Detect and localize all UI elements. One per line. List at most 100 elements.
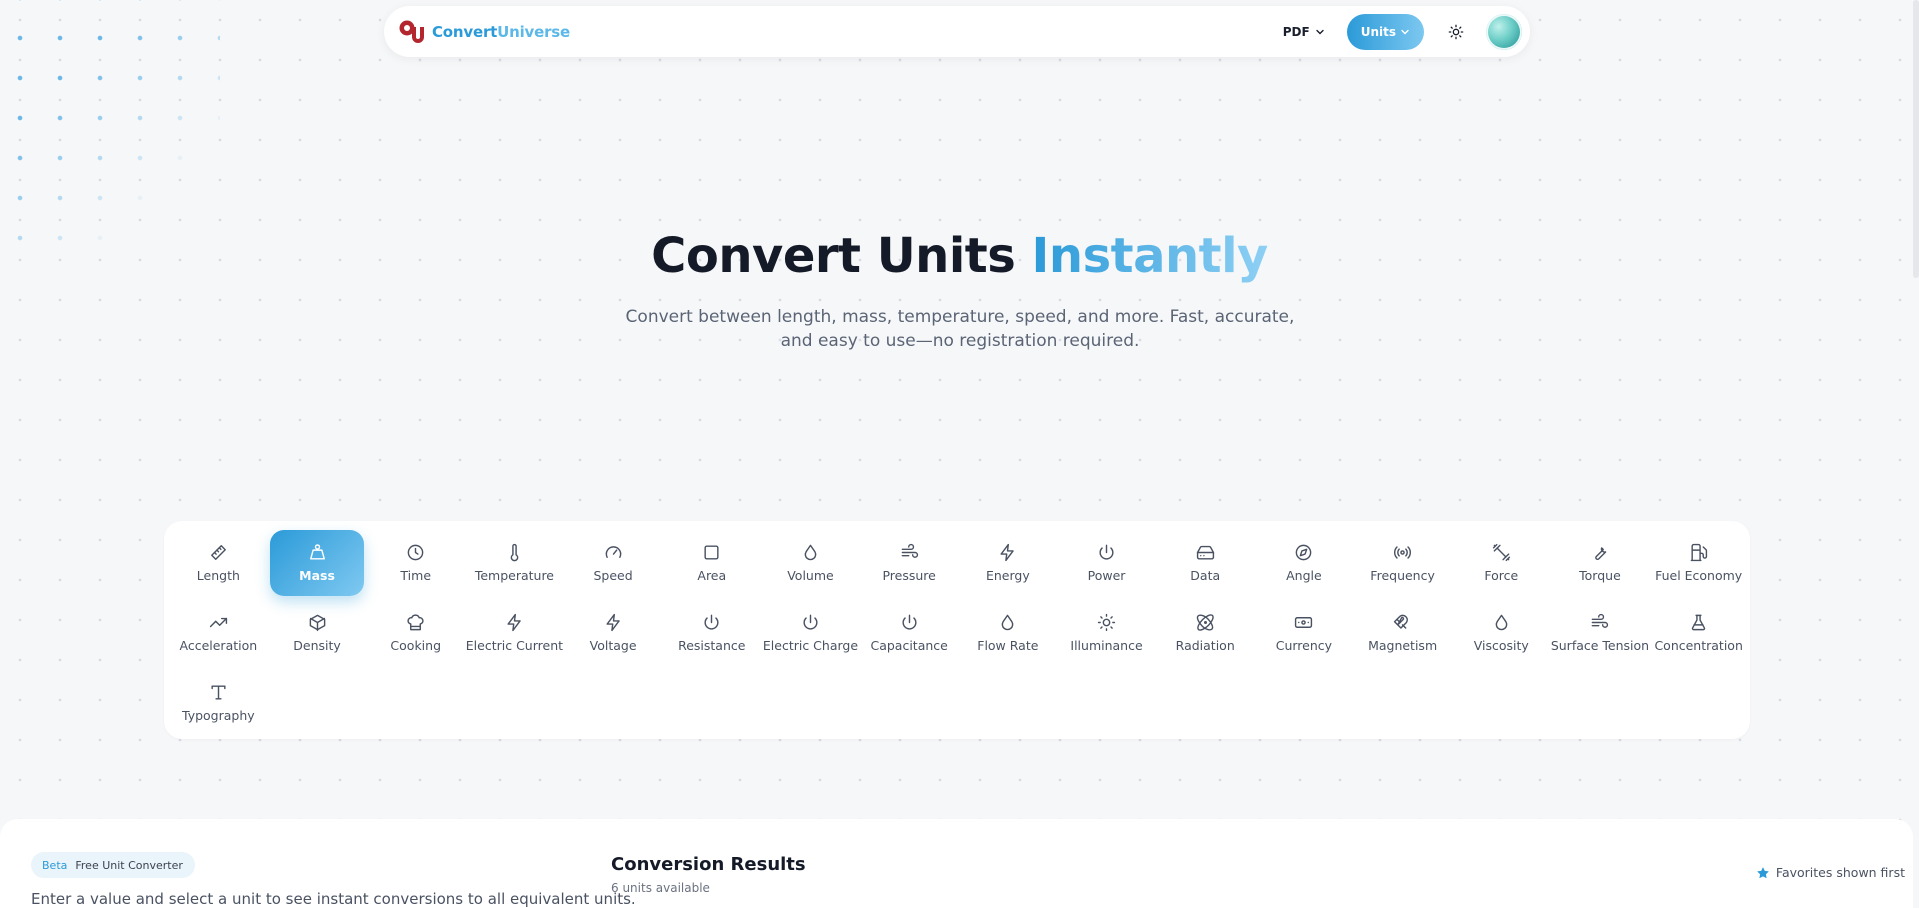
category-length[interactable]: Length bbox=[171, 530, 265, 596]
units-menu-button[interactable]: Units bbox=[1346, 13, 1424, 50]
category-density[interactable]: Density bbox=[270, 600, 364, 666]
logo-mark-icon bbox=[399, 20, 424, 43]
category-electric-charge[interactable]: Electric Charge bbox=[763, 600, 858, 666]
category-radiation[interactable]: Radiation bbox=[1158, 600, 1252, 666]
category-label: Volume bbox=[787, 568, 834, 583]
accent-dot-pattern bbox=[0, 0, 220, 260]
category-panel: Length Mass Time Temperature Speed Area Volume… bbox=[164, 521, 1750, 739]
favorites-note-text: Favorites shown first bbox=[1775, 865, 1905, 880]
page-scrollbar[interactable] bbox=[1913, 0, 1919, 278]
category-resistance[interactable]: Resistance bbox=[665, 600, 759, 666]
nav-actions: PDF Units bbox=[1273, 13, 1522, 50]
category-volume[interactable]: Volume bbox=[763, 530, 857, 596]
badge-label: Free Unit Converter bbox=[75, 858, 183, 872]
category-label: Flow Rate bbox=[977, 638, 1039, 653]
chevron-down-icon bbox=[1316, 29, 1324, 34]
category-magnetism[interactable]: Magnetism bbox=[1356, 600, 1450, 666]
category-label: Pressure bbox=[882, 568, 936, 583]
category-label: Area bbox=[697, 568, 727, 583]
category-label: Angle bbox=[1286, 568, 1322, 583]
category-label: Magnetism bbox=[1368, 638, 1438, 653]
radio-icon bbox=[1394, 546, 1412, 559]
droplet-icon bbox=[1002, 614, 1014, 631]
power-icon bbox=[1099, 544, 1114, 560]
category-label: Frequency bbox=[1370, 568, 1435, 583]
beta-tag: Beta bbox=[42, 858, 68, 872]
category-angle[interactable]: Angle bbox=[1257, 530, 1351, 596]
page-subtitle: Convert between length, mass, temperatur… bbox=[625, 307, 1295, 351]
category-force[interactable]: Force bbox=[1454, 530, 1548, 596]
wind-icon bbox=[901, 543, 918, 558]
category-surface-tension[interactable]: Surface Tension bbox=[1550, 600, 1650, 666]
category-concentration[interactable]: Concentration bbox=[1652, 600, 1746, 666]
pdf-menu-button[interactable]: PDF bbox=[1273, 17, 1335, 47]
category-label: Typography bbox=[182, 708, 255, 723]
brand-logo[interactable]: ConvertUniverse bbox=[398, 18, 570, 46]
type-icon bbox=[211, 685, 226, 700]
trending-up-icon bbox=[209, 617, 227, 628]
dumbbell-icon bbox=[1492, 543, 1510, 562]
zap-icon bbox=[1000, 543, 1015, 562]
hard-drive-icon bbox=[1196, 545, 1214, 560]
page-title: Convert Units Instantly bbox=[651, 228, 1268, 284]
banknote-icon bbox=[1295, 617, 1313, 628]
category-label: Concentration bbox=[1654, 638, 1743, 653]
theme-toggle-button[interactable] bbox=[1438, 14, 1474, 50]
category-label: Viscosity bbox=[1473, 638, 1529, 653]
thermometer-icon bbox=[510, 543, 519, 562]
magnet-icon bbox=[1393, 614, 1409, 629]
category-fuel-economy[interactable]: Fuel Economy bbox=[1652, 530, 1746, 596]
dot-grid-background bbox=[0, 0, 1919, 908]
zap-icon bbox=[507, 613, 521, 632]
category-label: Temperature bbox=[474, 568, 554, 583]
category-flow-rate[interactable]: Flow Rate bbox=[961, 600, 1055, 666]
category-grid: Length Mass Time Temperature Speed Area Volume… bbox=[169, 528, 1748, 738]
ruler-icon bbox=[210, 545, 226, 560]
star-icon bbox=[1757, 866, 1769, 878]
category-label: Electric Current bbox=[465, 638, 564, 653]
gauge-icon bbox=[605, 546, 621, 558]
category-cooking[interactable]: Cooking bbox=[369, 600, 463, 666]
category-label: Illuminance bbox=[1070, 638, 1143, 653]
category-frequency[interactable]: Frequency bbox=[1356, 530, 1450, 596]
category-label: Force bbox=[1484, 568, 1519, 583]
category-label: Energy bbox=[985, 568, 1030, 583]
category-energy[interactable]: Energy bbox=[961, 530, 1055, 596]
category-currency[interactable]: Currency bbox=[1257, 600, 1351, 666]
atom-icon bbox=[1196, 614, 1214, 631]
category-speed[interactable]: Speed bbox=[566, 530, 660, 596]
brand-name: ConvertUniverse bbox=[432, 22, 570, 41]
category-electric-current[interactable]: Electric Current bbox=[465, 600, 564, 666]
category-label: Length bbox=[196, 568, 240, 583]
category-capacitance[interactable]: Capacitance bbox=[862, 600, 956, 666]
category-temperature[interactable]: Temperature bbox=[467, 530, 561, 596]
category-illuminance[interactable]: Illuminance bbox=[1060, 600, 1154, 666]
category-label: Density bbox=[293, 638, 341, 653]
power-icon bbox=[704, 614, 719, 630]
top-navigation-bar: ConvertUniverse PDF Units bbox=[384, 6, 1530, 57]
category-typography[interactable]: Typography bbox=[171, 670, 265, 736]
category-label: Acceleration bbox=[179, 638, 258, 653]
category-label: Radiation bbox=[1175, 638, 1235, 653]
user-avatar[interactable] bbox=[1486, 13, 1522, 50]
category-mass[interactable]: Mass bbox=[270, 530, 365, 596]
category-pressure[interactable]: Pressure bbox=[862, 530, 956, 596]
favorites-note: Favorites shown first bbox=[1756, 865, 1905, 880]
pdf-menu-label: PDF bbox=[1282, 24, 1310, 39]
category-viscosity[interactable]: Viscosity bbox=[1454, 600, 1548, 666]
droplet-icon bbox=[1495, 614, 1508, 631]
category-label: Power bbox=[1087, 568, 1126, 583]
category-torque[interactable]: Torque bbox=[1553, 530, 1647, 596]
fuel-icon bbox=[1690, 543, 1708, 562]
sun-icon bbox=[1448, 24, 1464, 39]
category-area[interactable]: Area bbox=[665, 530, 759, 596]
category-time[interactable]: Time bbox=[369, 530, 463, 596]
converter-intro: Enter a value and select a unit to see i… bbox=[31, 890, 636, 908]
category-acceleration[interactable]: Acceleration bbox=[171, 600, 265, 666]
category-label: Surface Tension bbox=[1550, 638, 1650, 653]
category-data[interactable]: Data bbox=[1158, 530, 1252, 596]
chevron-down-icon bbox=[1401, 29, 1409, 34]
category-voltage[interactable]: Voltage bbox=[566, 600, 660, 666]
category-power[interactable]: Power bbox=[1060, 530, 1154, 596]
converter-section: Beta Free Unit Converter Enter a value a… bbox=[0, 819, 1913, 908]
